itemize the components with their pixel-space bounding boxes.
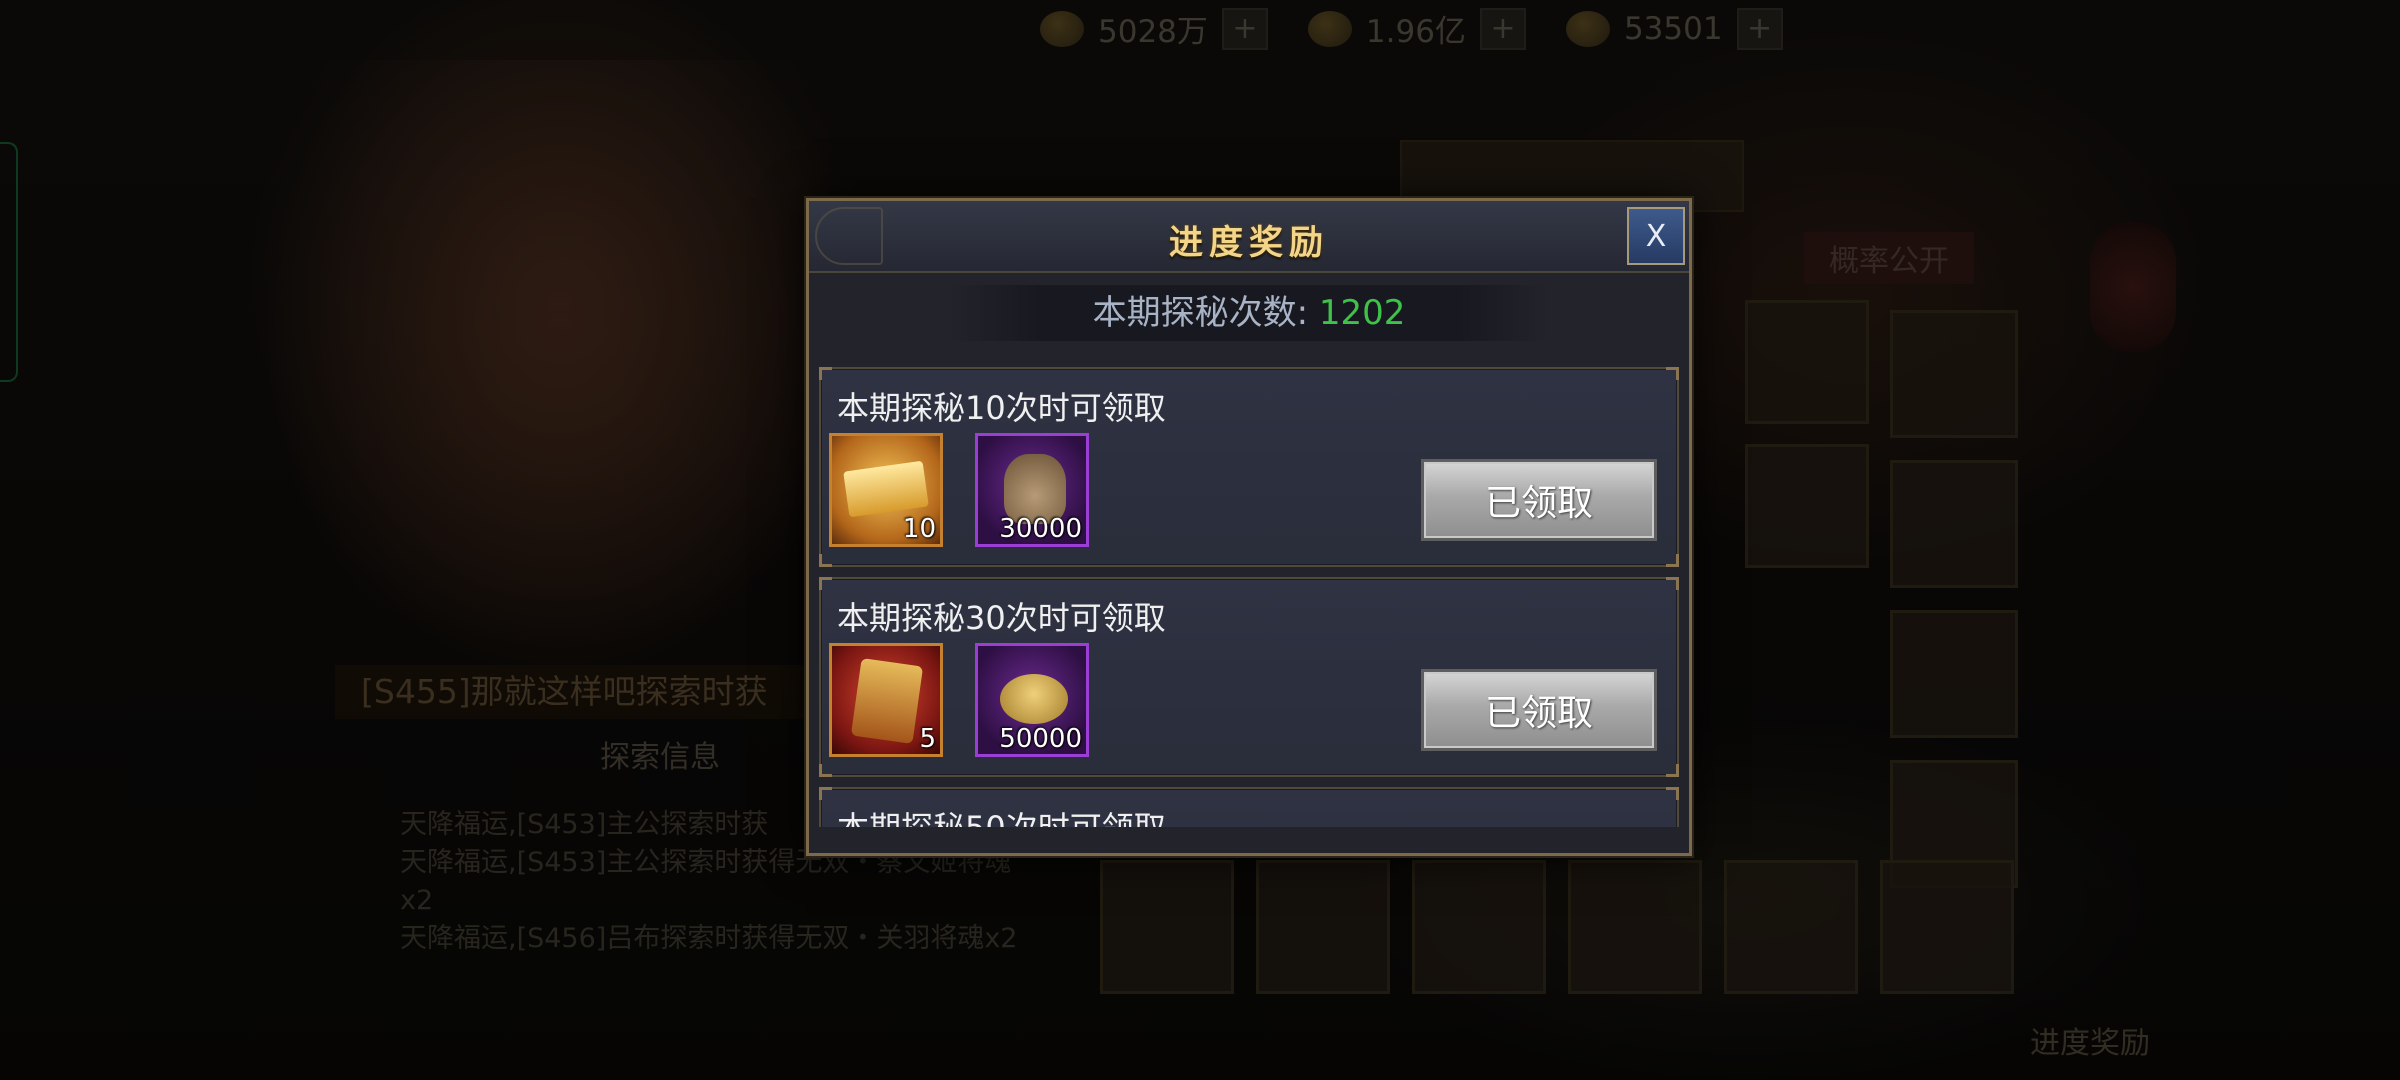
explore-count-label: 本期探秘次数: bbox=[1092, 293, 1309, 333]
item-quantity: 30000 bbox=[999, 514, 1082, 544]
reward-item[interactable]: 50000 bbox=[975, 643, 1089, 757]
close-button[interactable]: X bbox=[1627, 207, 1685, 265]
reward-item[interactable]: 5 bbox=[829, 643, 943, 757]
reward-row: 本期探秘10次时可领取 10 30000 已领取 bbox=[819, 367, 1679, 567]
item-quantity: 10 bbox=[902, 514, 936, 544]
reward-item[interactable]: 10 bbox=[829, 433, 943, 547]
command-token-icon bbox=[850, 658, 924, 744]
dialog-title: 进度奖励 bbox=[1169, 223, 1329, 263]
copper-coins-icon bbox=[1000, 674, 1068, 724]
reward-row: 本期探秘50次时可领取 bbox=[819, 787, 1679, 827]
claimed-button[interactable]: 已领取 bbox=[1421, 459, 1657, 541]
reward-condition: 本期探秘50次时可领取 bbox=[837, 803, 1166, 827]
reward-row: 本期探秘30次时可领取 5 50000 已领取 bbox=[819, 577, 1679, 777]
explore-count-value: 1202 bbox=[1318, 293, 1406, 333]
reward-condition: 本期探秘10次时可领取 bbox=[837, 389, 1166, 427]
item-quantity: 5 bbox=[919, 724, 936, 754]
progress-reward-dialog: 进度奖励 X 本期探秘次数: 1202 本期探秘10次时可领取 10 30000… bbox=[806, 198, 1692, 856]
gold-bar-icon bbox=[843, 460, 929, 518]
claimed-button[interactable]: 已领取 bbox=[1421, 669, 1657, 751]
reward-item[interactable]: 30000 bbox=[975, 433, 1089, 547]
dialog-header: 进度奖励 X bbox=[809, 201, 1689, 273]
reward-list[interactable]: 本期探秘10次时可领取 10 30000 已领取 本期探秘30次时可领取 5 5… bbox=[819, 367, 1679, 827]
item-quantity: 50000 bbox=[999, 724, 1082, 754]
explore-count: 本期探秘次数: 1202 bbox=[949, 285, 1549, 341]
reward-condition: 本期探秘30次时可领取 bbox=[837, 599, 1166, 637]
